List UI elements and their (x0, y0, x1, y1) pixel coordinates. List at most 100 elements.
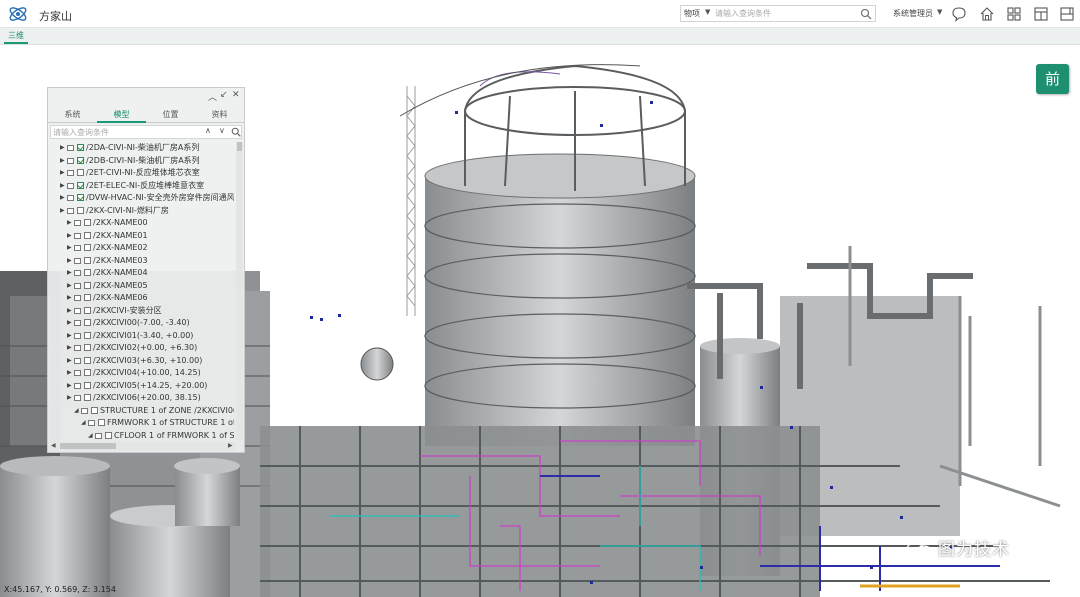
visibility-checkbox[interactable] (84, 244, 91, 251)
grid-apps-icon[interactable] (1005, 5, 1023, 23)
close-icon[interactable]: ✕ (232, 90, 240, 100)
visibility-checkbox[interactable] (84, 219, 91, 226)
tab-location[interactable]: 位置 (146, 109, 195, 120)
visibility-checkbox[interactable] (84, 231, 91, 239)
expand-toggle-icon[interactable]: ▶ (67, 317, 73, 329)
tree-item[interactable]: ▶ /2KX-NAME01 (48, 230, 234, 243)
visibility-checkbox[interactable] (77, 181, 84, 189)
visibility-checkbox[interactable] (98, 419, 105, 426)
chevron-down-icon[interactable]: ▼ (937, 8, 942, 16)
layout-icon[interactable] (1032, 5, 1050, 23)
scrollbar-thumb[interactable] (237, 142, 242, 151)
visibility-checkbox[interactable] (77, 144, 84, 151)
visibility-checkbox[interactable] (77, 169, 84, 176)
tree-item[interactable]: ▶ /2KXCIVI03(+6.30, +10.00) (48, 355, 234, 368)
expand-toggle-icon[interactable]: ▶ (67, 255, 73, 267)
visibility-checkbox[interactable] (84, 344, 91, 351)
scrollbar-thumb[interactable] (60, 443, 116, 449)
expand-toggle-icon[interactable]: ▶ (67, 355, 73, 367)
expand-toggle-icon[interactable]: ▶ (60, 180, 66, 192)
expand-toggle-icon[interactable]: ▶ (60, 167, 66, 179)
search-icon[interactable] (860, 8, 872, 20)
expand-toggle-icon[interactable]: ▶ (67, 380, 73, 392)
tree-horizontal-scrollbar[interactable]: ◀ ▶ (50, 442, 236, 450)
chevron-down-icon[interactable]: ▼ (705, 8, 710, 16)
visibility-checkbox[interactable] (84, 394, 91, 401)
visibility-checkbox[interactable] (77, 156, 84, 164)
panel-toggle-icon[interactable] (1058, 5, 1076, 23)
expand-toggle-icon[interactable]: ▶ (60, 142, 66, 154)
expand-toggle-icon[interactable]: ▶ (67, 230, 73, 242)
tree-item[interactable]: ▶ /2KX-NAME04 (48, 267, 234, 280)
tree-item[interactable]: ▶ /2KXCIVI04(+10.00, 14.25) (48, 367, 234, 380)
search-input[interactable] (715, 7, 855, 20)
visibility-checkbox[interactable] (105, 431, 112, 439)
visibility-checkbox[interactable] (84, 281, 91, 289)
tree-search-input[interactable] (53, 127, 193, 138)
expand-toggle-icon[interactable]: ◢ (81, 417, 87, 429)
tree-item[interactable]: ▶ /2ET-CIVI-NI-反应堆体堆芯衣室 (48, 167, 234, 180)
expand-toggle-icon[interactable]: ▶ (60, 155, 66, 167)
tree-item[interactable]: ▶ /DVW-HVAC-NI-安全壳外房穿件房间通风 (48, 192, 234, 205)
expand-toggle-icon[interactable]: ▶ (67, 267, 73, 279)
tree-item[interactable]: ▶ /2KXCIVI05(+14.25, +20.00) (48, 380, 234, 393)
home-icon[interactable] (978, 5, 996, 23)
tree-item[interactable]: ▶ /2DB-CIVI-NI-柴油机厂房A系列 (48, 155, 234, 168)
tree-item[interactable]: ▶ /2KXCIVI01(-3.40, +0.00) (48, 330, 234, 343)
expand-toggle-icon[interactable]: ▶ (67, 292, 73, 304)
visibility-checkbox[interactable] (84, 319, 91, 326)
tab-3d-view[interactable]: 三维 (4, 30, 28, 44)
tree-item[interactable]: ▶ /2KXCIVI-安装分区 (48, 305, 234, 318)
expand-toggle-icon[interactable]: ▶ (67, 305, 73, 317)
tree-item[interactable]: ▶ /2KX-NAME03 (48, 255, 234, 268)
tree-item[interactable]: ◢ FRMWORK 1 of STRUCTURE 1 of ZC (48, 417, 234, 430)
tree-vertical-scrollbar[interactable] (236, 142, 243, 440)
visibility-checkbox[interactable] (84, 356, 91, 364)
visibility-checkbox[interactable] (84, 256, 91, 264)
view-cube-front[interactable]: 前 (1036, 64, 1069, 94)
visibility-checkbox[interactable] (77, 194, 84, 201)
tree-item[interactable]: ▶ /2KXCIVI00(-7.00, -3.40) (48, 317, 234, 330)
visibility-checkbox[interactable] (84, 294, 91, 301)
expand-toggle-icon[interactable]: ▶ (67, 367, 73, 379)
expand-toggle-icon[interactable]: ▶ (60, 192, 66, 204)
tree-item[interactable]: ▶ /2KX-NAME02 (48, 242, 234, 255)
expand-toggle-icon[interactable]: ▶ (67, 392, 73, 404)
tree-item[interactable]: ▶ /2ET-ELEC-NI-反应堆棒堆意衣室 (48, 180, 234, 193)
expand-toggle-icon[interactable]: ◢ (88, 430, 94, 441)
next-result-icon[interactable]: ∨ (219, 126, 225, 135)
resize-panel-icon[interactable]: ↙ (220, 90, 228, 100)
tab-system[interactable]: 系统 (48, 109, 97, 120)
expand-toggle-icon[interactable]: ▶ (67, 330, 73, 342)
tree-item[interactable]: ▶ /2KX-NAME00 (48, 217, 234, 230)
tab-model[interactable]: 模型 (97, 109, 146, 123)
tree-item[interactable]: ◢ STRUCTURE 1 of ZONE /2KXCIVI06(+ (48, 405, 234, 418)
expand-toggle-icon[interactable]: ▶ (60, 205, 66, 217)
app-logo-icon[interactable] (7, 4, 29, 24)
search-category-select[interactable]: 物项 (684, 8, 700, 19)
expand-toggle-icon[interactable]: ▶ (67, 217, 73, 229)
tab-documents[interactable]: 资料 (195, 109, 244, 120)
tree-item[interactable]: ▶ /2DA-CIVI-NI-柴油机厂房A系列 (48, 142, 234, 155)
search-icon[interactable] (231, 127, 241, 137)
expand-toggle-icon[interactable]: ▶ (67, 280, 73, 292)
tree-item[interactable]: ▶ /2KXCIVI06(+20.00, 38.15) (48, 392, 234, 405)
visibility-checkbox[interactable] (84, 269, 91, 276)
message-icon[interactable] (950, 5, 968, 23)
tree-item[interactable]: ▶ /2KX-NAME06 (48, 292, 234, 305)
user-menu[interactable]: 系统管理员 (893, 8, 933, 19)
tree-item[interactable]: ▶ /2KXCIVI02(+0.00, +6.30) (48, 342, 234, 355)
visibility-checkbox[interactable] (77, 206, 84, 214)
scroll-left-icon[interactable]: ◀ (51, 442, 56, 449)
expand-toggle-icon[interactable]: ◢ (74, 405, 80, 417)
expand-toggle-icon[interactable]: ▶ (67, 242, 73, 254)
scroll-right-icon[interactable]: ▶ (228, 442, 233, 449)
visibility-checkbox[interactable] (91, 406, 98, 414)
tree-item[interactable]: ▶ /2KX-CIVI-NI-燃料厂房 (48, 205, 234, 218)
tree-item[interactable]: ◢ CFLOOR 1 of FRMWORK 1 of STR (48, 430, 234, 441)
visibility-checkbox[interactable] (84, 381, 91, 389)
visibility-checkbox[interactable] (84, 306, 91, 314)
previous-result-icon[interactable]: ∧ (205, 126, 211, 135)
visibility-checkbox[interactable] (84, 331, 91, 339)
tree-item[interactable]: ▶ /2KX-NAME05 (48, 280, 234, 293)
